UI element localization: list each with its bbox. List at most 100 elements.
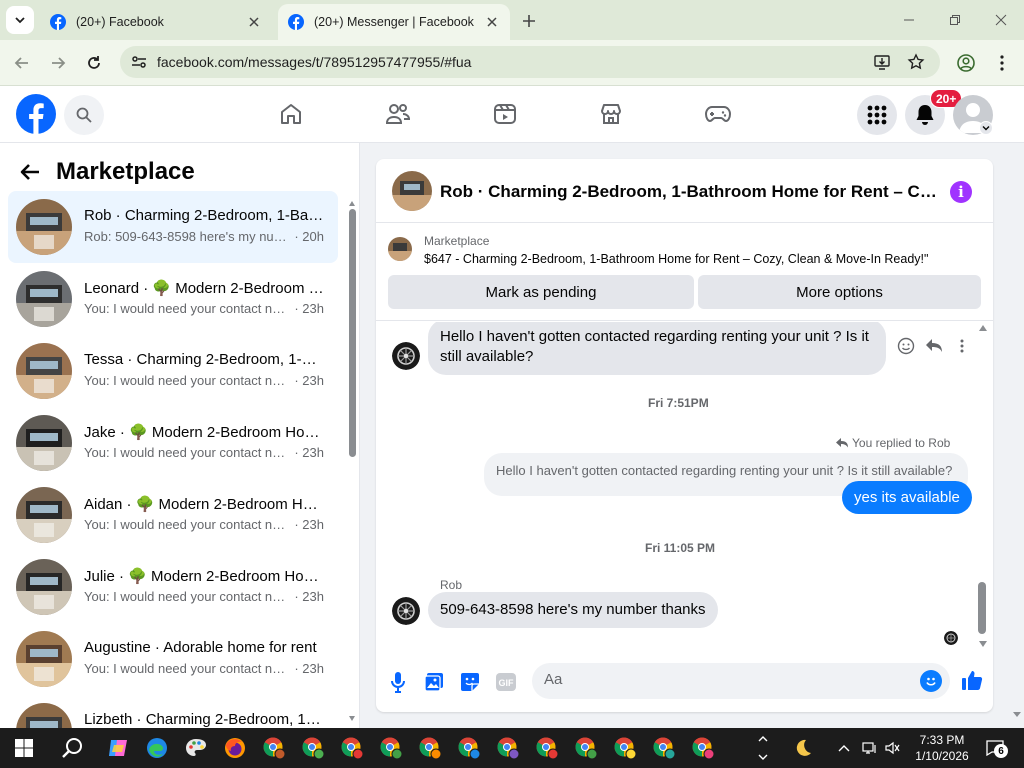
reply-icon [836,438,848,448]
rob-avatar[interactable] [392,342,420,370]
conversation-item[interactable]: Lizbeth · Charming 2-Bedroom, 1-Bathroom… [8,695,338,728]
conversation-item[interactable]: Augustine · Adorable home for rent You: I… [8,623,338,695]
restore-button[interactable] [942,8,968,32]
url-text[interactable]: facebook.com/messages/t/789512957477955/… [157,54,471,70]
account-icon [957,54,975,72]
conversation-item[interactable]: Aidan · 🌳 Modern 2-Bedroom Home for Rent… [8,479,338,551]
listing-avatar[interactable] [392,171,432,211]
conversation-name: Tessa · Charming 2-Bedroom, 1-Bathroom H… [84,351,324,368]
chrome-profile-icon[interactable] [650,734,678,762]
reload-button[interactable] [82,51,106,75]
volume-icon[interactable] [882,734,902,762]
conversation-item[interactable]: Leonard · 🌳 Modern 2-Bedroom Home for Re… [8,263,338,335]
conversation-item[interactable]: Julie · 🌳 Modern 2-Bedroom Home for Rent… [8,551,338,623]
conversation-item[interactable]: Jake · 🌳 Modern 2-Bedroom Home for Rent Y… [8,407,338,479]
page-scrollbar[interactable] [1010,143,1024,728]
chrome-profile-icon[interactable] [416,734,444,762]
taskbar-scroll-icon[interactable] [756,734,770,762]
listing-thumbnail[interactable] [388,237,412,261]
site-settings-icon[interactable] [130,53,148,71]
nav-marketplace[interactable] [595,98,627,130]
browser-tab-facebook[interactable]: (20+) Facebook [40,4,272,40]
menu-button[interactable] [857,95,897,135]
install-app-icon[interactable] [872,52,892,72]
search-icon[interactable] [58,734,86,762]
more-options-button[interactable]: More options [698,275,981,309]
new-tab-button[interactable] [518,10,540,32]
chrome-profile-icon[interactable] [338,734,366,762]
nav-gaming[interactable] [702,98,734,130]
windows-start-icon[interactable] [10,734,38,762]
emoji-icon[interactable] [920,670,942,692]
profile-button[interactable] [954,51,978,75]
chrome-profile-icon[interactable] [260,734,288,762]
chrome-profile-icon[interactable] [494,734,522,762]
weather-moon-icon[interactable] [788,734,816,762]
like-thumb-icon[interactable] [960,668,984,692]
sidebar-scroll-thumb[interactable] [349,209,356,457]
conversation-preview: You: I would need your contact number · 2… [84,517,324,532]
chrome-profile-icon[interactable] [533,734,561,762]
chrome-profile-icon[interactable] [455,734,483,762]
close-window-button[interactable] [988,8,1014,32]
browser-tab-bar: (20+) Facebook (20+) Messenger | Faceboo… [0,0,1024,40]
marketplace-icon [601,104,621,124]
forward-button[interactable] [46,51,70,75]
reply-icon[interactable] [924,336,944,356]
gif-icon[interactable]: GIF [494,670,518,694]
chevron-up-icon[interactable] [834,734,854,762]
chat-scroll-thumb[interactable] [978,582,986,634]
listing-description[interactable]: $647 - Charming 2-Bedroom, 1-Bathroom Ho… [424,252,984,266]
home-icon [281,104,301,124]
conversation-name: Rob · Charming 2-Bedroom, 1-Bathroom Hom… [84,207,324,224]
microphone-icon[interactable] [386,670,410,694]
paint-icon[interactable] [182,734,210,762]
photo-icon[interactable] [422,670,446,694]
firefox-icon[interactable] [221,734,249,762]
chrome-profile-icon[interactable] [299,734,327,762]
minimize-button[interactable] [896,8,922,32]
message-input[interactable] [544,671,904,688]
outgoing-message[interactable]: yes its available [842,481,972,514]
address-bar[interactable]: facebook.com/messages/t/789512957477955/… [120,46,940,78]
chrome-profile-icon[interactable] [377,734,405,762]
incoming-message[interactable]: 509-643-8598 here's my number thanks [428,592,718,628]
conversation-item[interactable]: Tessa · Charming 2-Bedroom, 1-Bathroom H… [8,335,338,407]
copilot-icon[interactable] [104,734,132,762]
facebook-logo-icon[interactable] [16,94,56,134]
rob-avatar[interactable] [392,597,420,625]
conversation-preview: You: I would need your contact number · 2… [84,445,324,460]
back-button[interactable] [16,158,44,186]
close-tab-icon[interactable] [484,14,500,30]
browser-menu-button[interactable] [990,51,1014,75]
chevron-down-icon[interactable] [979,121,993,135]
nav-home[interactable] [275,98,307,130]
browser-tab-messenger[interactable]: (20+) Messenger | Facebook [278,4,510,40]
nav-video[interactable] [489,98,521,130]
incoming-message[interactable]: Hello I haven't gotten contacted regardi… [428,322,886,375]
preview-text: You: I would need your contact number [84,517,291,532]
more-vertical-icon[interactable] [952,336,972,356]
network-icon[interactable] [860,734,880,762]
chrome-profile-icon[interactable] [689,734,717,762]
chrome-profile-icon[interactable] [572,734,600,762]
chrome-profile-icon[interactable] [611,734,639,762]
bookmark-star-icon[interactable] [906,52,926,72]
nav-friends[interactable] [382,98,414,130]
info-icon[interactable]: i [950,181,972,203]
facebook-search-button[interactable] [64,95,104,135]
conversation-item[interactable]: Rob · Charming 2-Bedroom, 1-Bathroom Hom… [8,191,338,263]
message-input-box[interactable] [532,663,950,699]
taskbar-clock[interactable]: 7:33 PM 1/10/2026 [912,732,972,764]
chevron-down-icon [15,17,25,24]
chat-window: Rob · Charming 2-Bedroom, 1-Bathroom Hom… [376,159,993,712]
conversation-name: Julie · 🌳 Modern 2-Bedroom Home for Rent [84,568,324,585]
mark-as-pending-button[interactable]: Mark as pending [388,275,694,309]
close-tab-icon[interactable] [246,14,262,30]
chat-title[interactable]: Rob · Charming 2-Bedroom, 1-Bathroom Hom… [440,182,940,202]
react-emoji-icon[interactable] [896,336,916,356]
sticker-icon[interactable] [458,670,482,694]
back-button[interactable] [10,51,34,75]
tab-search-button[interactable] [6,6,34,34]
edge-browser-icon[interactable] [143,734,171,762]
